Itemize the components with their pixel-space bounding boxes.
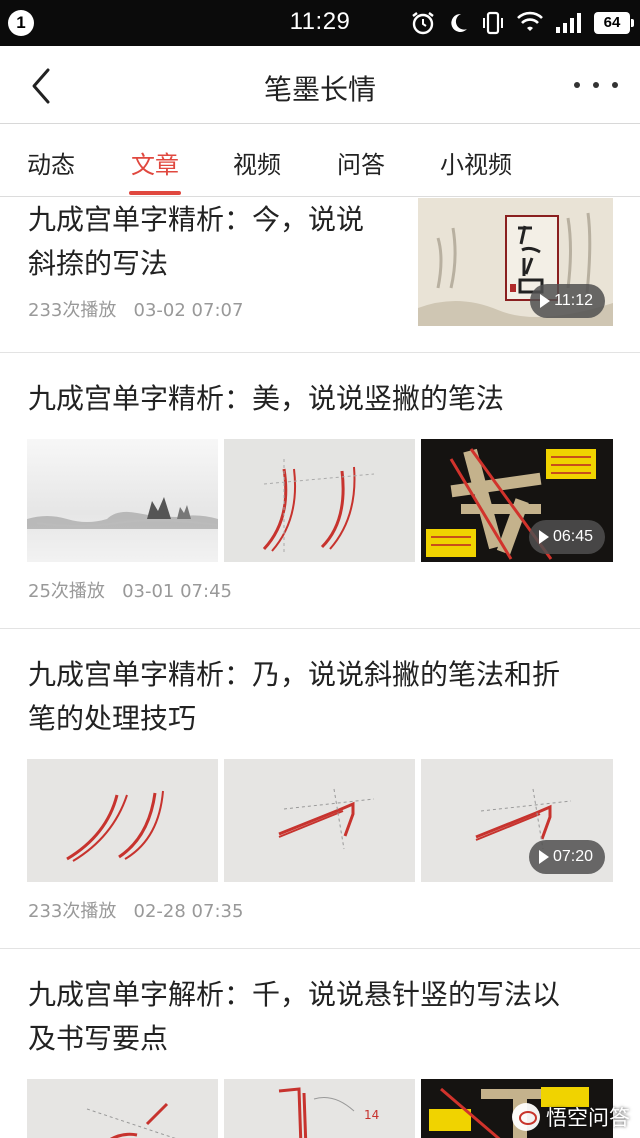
status-icons: 64 (410, 8, 634, 38)
play-icon (538, 850, 549, 864)
tab-videos[interactable]: 视频 (233, 145, 281, 180)
video-duration: 06:45 (552, 528, 593, 545)
wukong-logo-icon (512, 1103, 540, 1131)
tab-bar: 动态 文章 视频 问答 小视频 (0, 125, 640, 197)
watermark-text: 悟空问答 (546, 1106, 630, 1130)
article-image[interactable] (27, 759, 218, 882)
video-thumbnail[interactable]: 06:45 (421, 439, 613, 562)
wifi-icon (517, 11, 543, 31)
moon-icon (451, 13, 467, 32)
more-button[interactable] (574, 74, 618, 96)
alarm-icon (412, 12, 434, 35)
play-icon (540, 294, 551, 308)
article-item[interactable]: 九成宫单字精析：今，说说 斜捺的写法 233次播放 03-02 07:07 11… (0, 198, 640, 353)
page-title: 笔墨长情 (263, 73, 376, 106)
article-item[interactable]: 九成宫单字精析：乃，说说斜撇的笔法和折 笔的处理技巧 07:20 233次播放 … (0, 629, 640, 949)
video-duration-badge: 07:20 (528, 840, 605, 874)
signal-icon (556, 13, 581, 33)
article-meta: 25次播放 03-01 07:45 (28, 581, 232, 602)
stroke-diagram-image (27, 759, 218, 882)
article-image[interactable] (27, 439, 218, 562)
stroke-diagram-image (27, 1079, 218, 1138)
more-dots-icon (593, 82, 599, 88)
vibrate-icon (483, 11, 503, 35)
battery-icon: 64 (594, 12, 634, 34)
article-meta: 233次播放 02-28 07:35 (28, 901, 244, 922)
tab-qa[interactable]: 问答 (337, 145, 385, 180)
article-meta: 233次播放 03-02 07:07 (28, 300, 244, 321)
article-title-line: 斜捺的写法 (28, 247, 169, 280)
article-title-line: 九成宫单字精析：乃，说说斜撇的笔法和折 (28, 658, 561, 691)
more-dots-icon (574, 82, 580, 88)
video-duration: 07:20 (552, 848, 593, 865)
tab-articles[interactable]: 文章 (131, 145, 179, 180)
active-tab-indicator (129, 191, 181, 195)
article-image[interactable] (224, 759, 415, 882)
video-duration-badge: 11:12 (530, 284, 605, 318)
article-feed[interactable]: 九成宫单字精析：今，说说 斜捺的写法 233次播放 03-02 07:07 11… (0, 198, 640, 1138)
play-icon (538, 530, 549, 544)
status-bar: 1 11:29 64 (0, 0, 640, 46)
article-title-line: 九成宫单字精析：今，说说 (28, 203, 365, 236)
article-image[interactable]: 14 (224, 1079, 415, 1138)
stroke-diagram-image: 14 (224, 1079, 415, 1138)
article-item[interactable]: 九成宫单字精析：美，说说竖撇的笔法 06:45 25次播放 03-01 07:4… (0, 353, 640, 629)
tab-dongtai[interactable]: 动态 (27, 145, 75, 180)
video-duration-badge: 06:45 (528, 520, 605, 554)
misty-lake-image (27, 439, 218, 562)
more-dots-icon (612, 82, 618, 88)
title-bar: 笔墨长情 (0, 46, 640, 124)
video-thumbnail[interactable]: 07:20 (421, 759, 613, 882)
svg-text:14: 14 (364, 1108, 379, 1122)
article-title-line: 九成宫单字精析：美，说说竖撇的笔法 (28, 382, 505, 415)
tab-short-videos[interactable]: 小视频 (440, 145, 512, 180)
watermark: 悟空问答 (512, 1102, 630, 1132)
article-image[interactable] (224, 439, 415, 562)
article-title-line: 笔的处理技巧 (28, 702, 197, 735)
stroke-diagram-image (224, 759, 415, 882)
video-thumbnail[interactable]: 11:12 (418, 198, 613, 326)
article-title-line: 九成宫单字解析：千，说说悬针竖的写法以 (28, 978, 561, 1011)
stroke-diagram-image (224, 439, 415, 562)
video-duration: 11:12 (554, 292, 593, 309)
article-image[interactable] (27, 1079, 218, 1138)
article-title-line: 及书写要点 (28, 1022, 169, 1055)
